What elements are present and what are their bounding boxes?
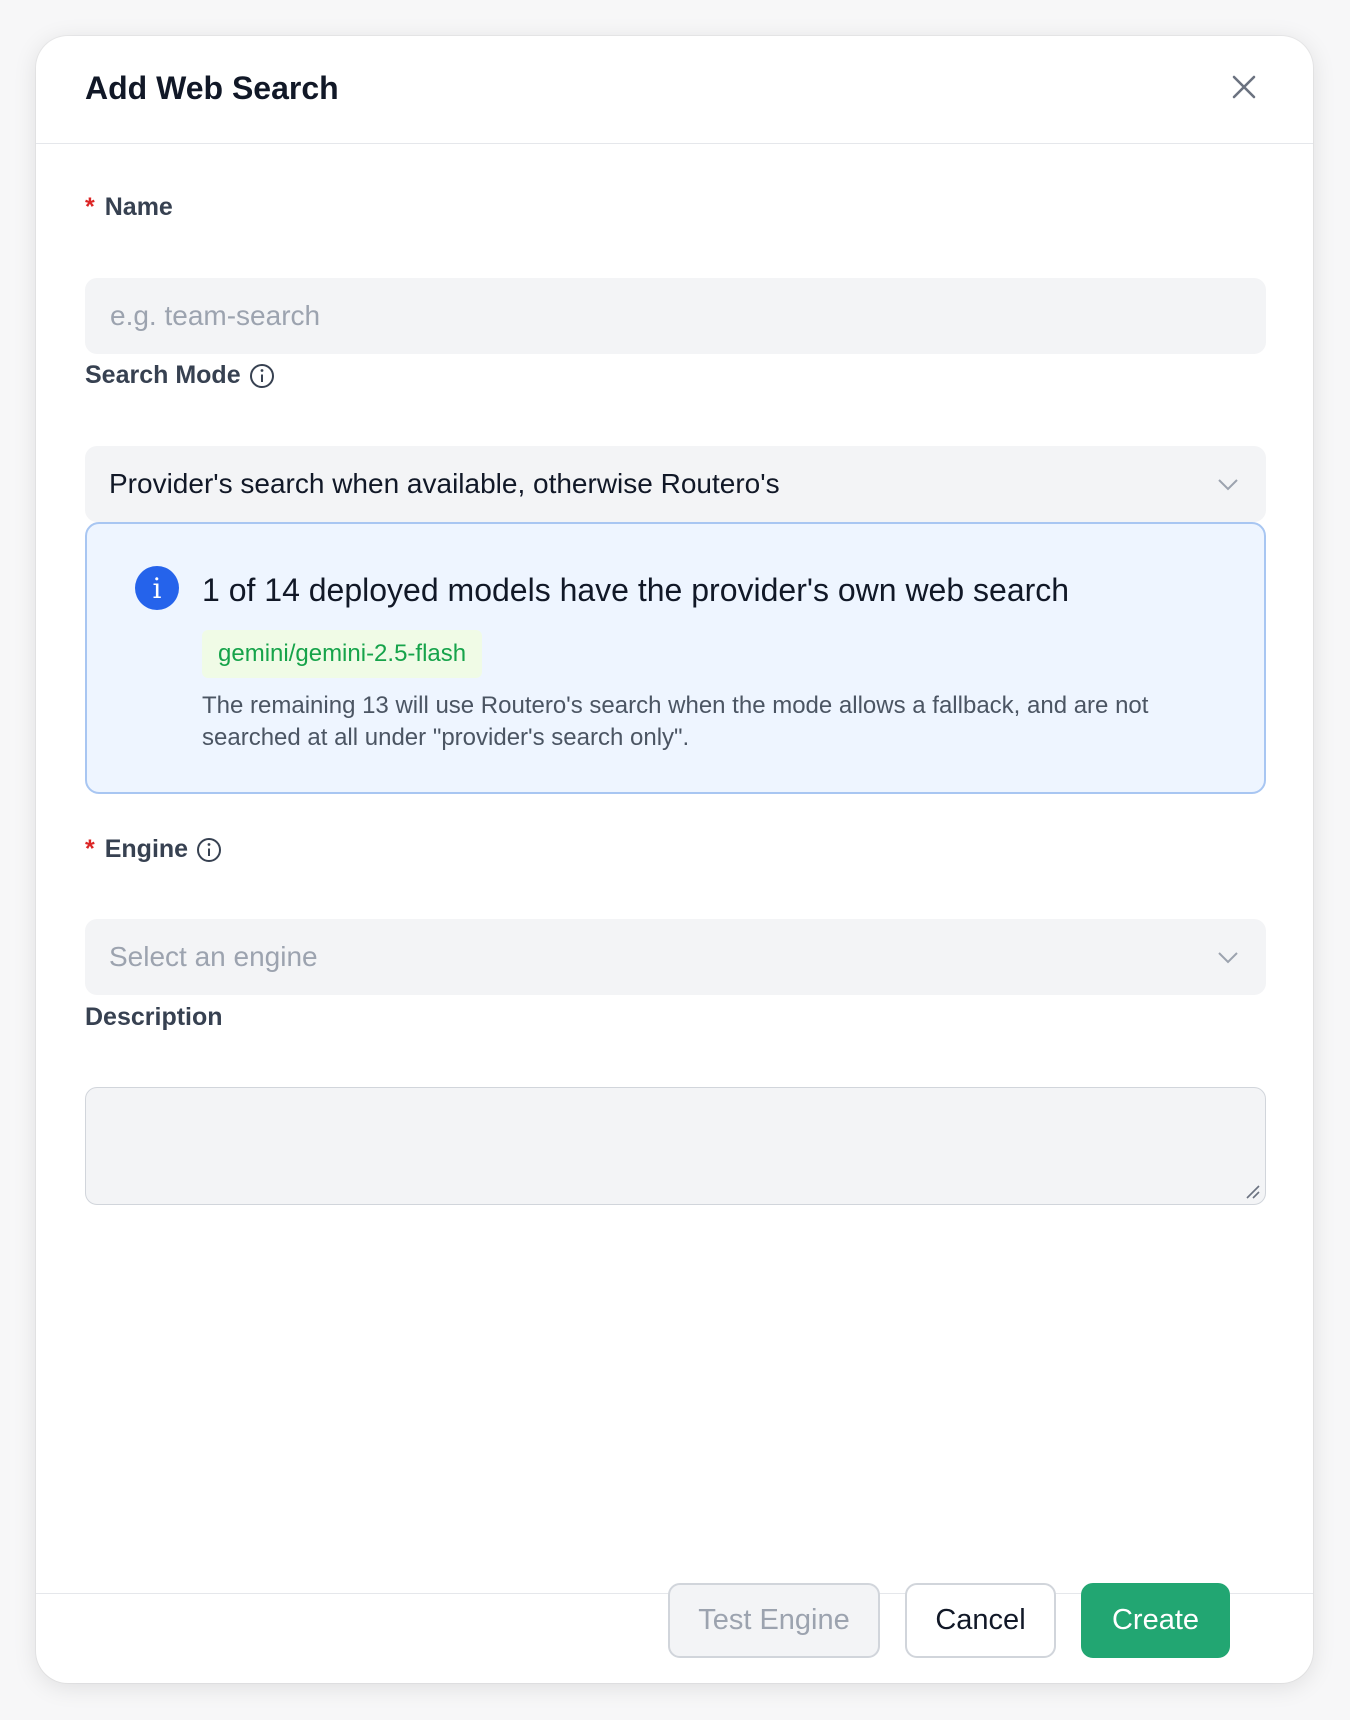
provider-search-notice: i 1 of 14 deployed models have the provi… bbox=[85, 522, 1266, 794]
search-mode-label-text: Search Mode bbox=[85, 361, 241, 389]
dialog-title: Add Web Search bbox=[85, 70, 339, 106]
search-mode-label: Search Mode bbox=[85, 361, 275, 390]
info-icon[interactable] bbox=[249, 363, 275, 389]
notice-title: 1 of 14 deployed models have the provide… bbox=[202, 572, 1070, 608]
add-web-search-dialog: Add Web Search * Name e.g. team-search S… bbox=[36, 36, 1313, 1683]
chevron-down-icon bbox=[1218, 479, 1238, 491]
name-input[interactable]: e.g. team-search bbox=[85, 278, 1266, 354]
name-label-text: Name bbox=[104, 193, 173, 221]
description-textarea[interactable] bbox=[85, 1087, 1266, 1205]
chevron-down-icon bbox=[1218, 952, 1238, 964]
engine-label: * Engine bbox=[85, 835, 222, 864]
close-icon bbox=[1232, 75, 1256, 99]
engine-placeholder: Select an engine bbox=[109, 941, 318, 972]
description-label-text: Description bbox=[85, 1003, 223, 1031]
notice-body: The remaining 13 will use Routero's sear… bbox=[202, 692, 1149, 751]
close-button[interactable] bbox=[1227, 70, 1261, 104]
required-mark: * bbox=[85, 835, 95, 863]
name-placeholder: e.g. team-search bbox=[110, 300, 321, 331]
dialog-header: Add Web Search bbox=[36, 36, 1313, 144]
required-mark: * bbox=[85, 193, 95, 221]
cancel-button[interactable]: Cancel bbox=[905, 1583, 1056, 1658]
test-engine-button[interactable]: Test Engine bbox=[668, 1583, 880, 1658]
description-label: Description bbox=[85, 1003, 223, 1032]
info-filled-icon: i bbox=[135, 566, 179, 610]
create-button[interactable]: Create bbox=[1081, 1583, 1230, 1658]
name-label: * Name bbox=[85, 193, 173, 222]
resize-handle-icon[interactable] bbox=[1243, 1182, 1261, 1200]
info-icon[interactable] bbox=[196, 837, 222, 863]
search-mode-select[interactable]: Provider's search when available, otherw… bbox=[85, 446, 1266, 522]
engine-select[interactable]: Select an engine bbox=[85, 919, 1266, 995]
search-mode-value: Provider's search when available, otherw… bbox=[109, 468, 780, 499]
engine-label-text: Engine bbox=[104, 835, 189, 863]
model-tag: gemini/gemini-2.5-flash bbox=[202, 630, 483, 678]
